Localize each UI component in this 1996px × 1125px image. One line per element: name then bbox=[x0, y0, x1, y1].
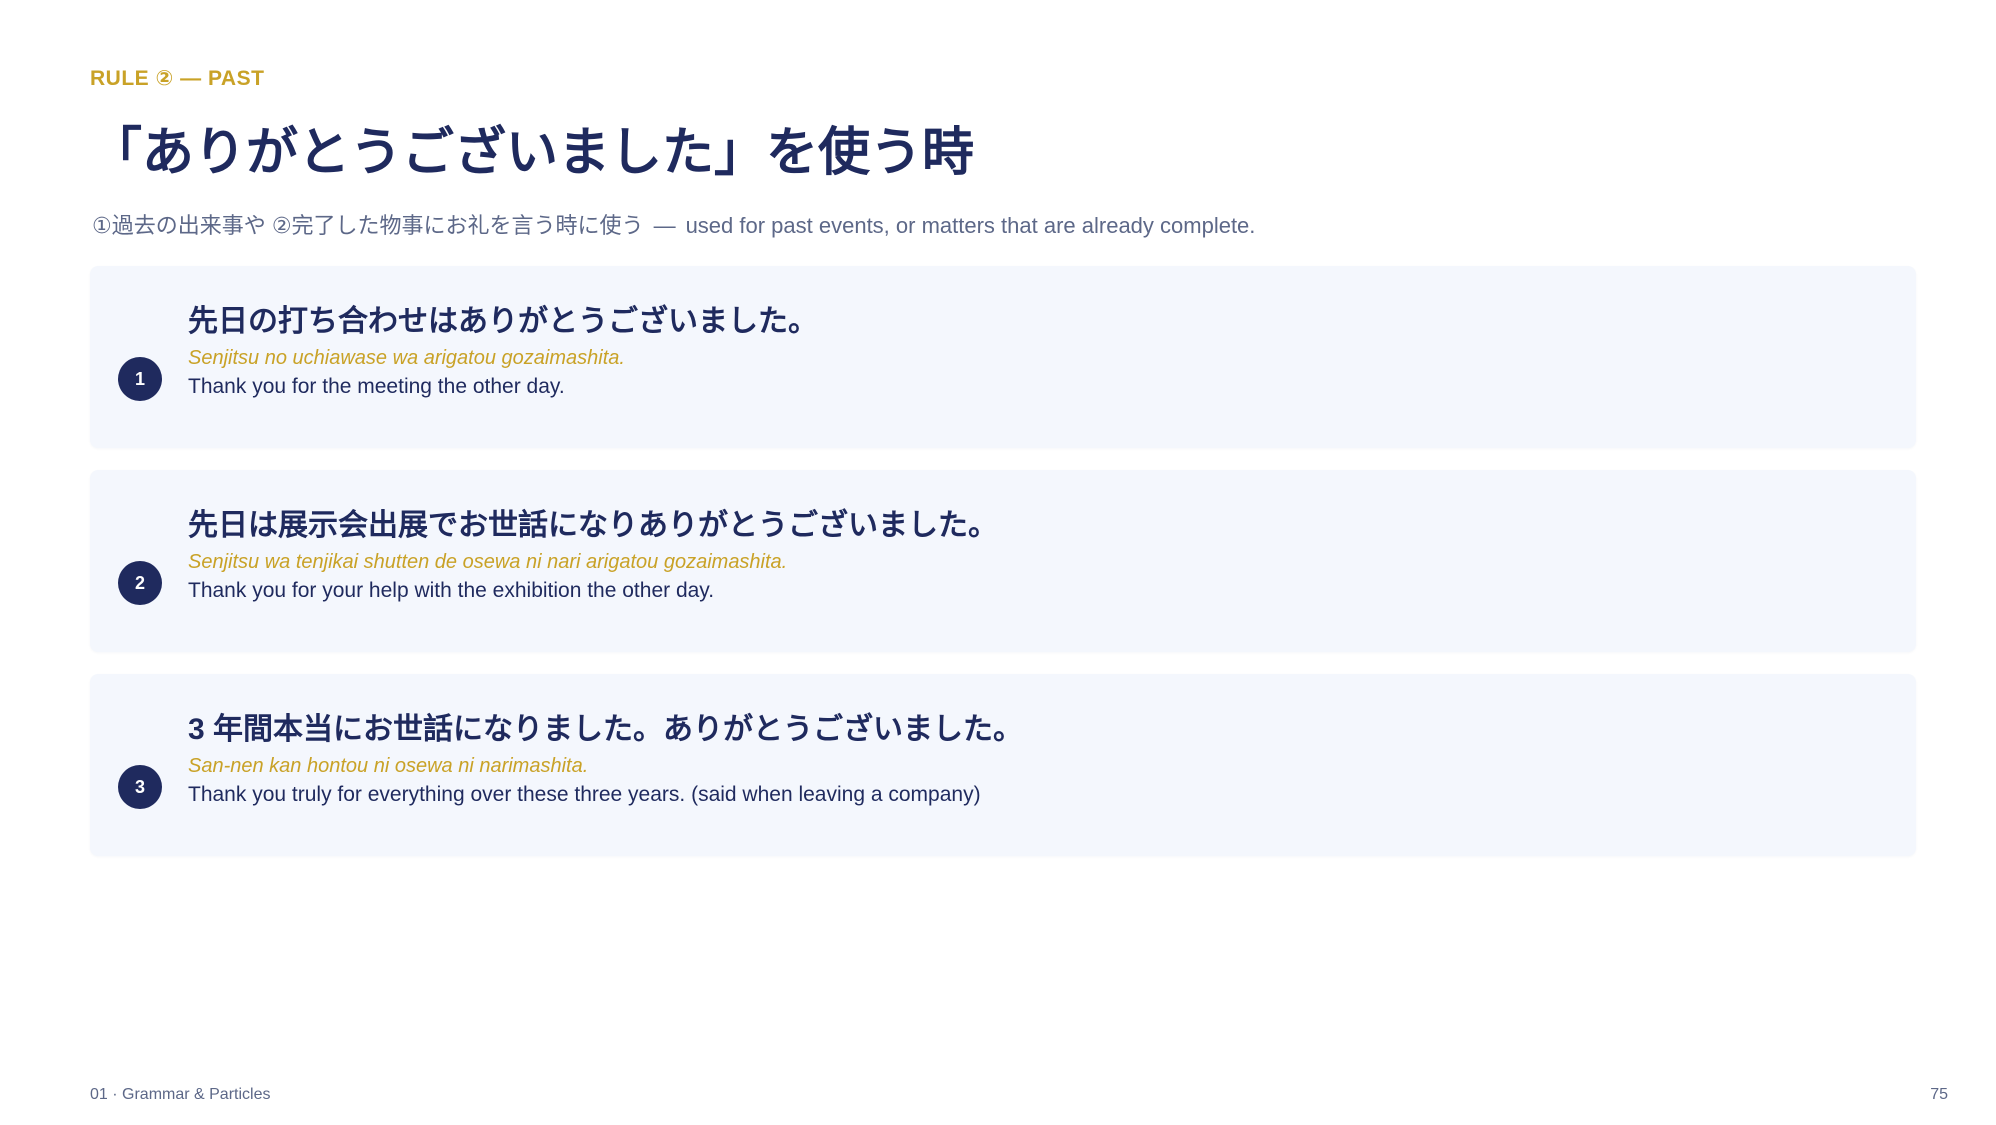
subtitle: ①過去の出来事や ②完了した物事にお礼を言う時に使う — used for past… bbox=[92, 208, 1255, 240]
example-card-1: 1 先日の打ち合わせはありがとうございました。 Senjitsu no uchi… bbox=[90, 266, 1916, 448]
example-english: Thank you for your help with the exhibit… bbox=[188, 579, 715, 602]
rule-eyebrow: RULE ② — PAST bbox=[90, 67, 265, 90]
page-title: 「ありがとうございました」を使う時 bbox=[90, 122, 975, 183]
example-number-badge: 2 bbox=[118, 561, 162, 605]
subtitle-separator: — bbox=[653, 213, 676, 238]
example-english: Thank you truly for everything over thes… bbox=[188, 783, 981, 806]
subtitle-english: used for past events, or matters that ar… bbox=[685, 213, 1256, 238]
example-card-2: 2 先日は展示会出展でお世話になりありがとうございました。 Senjitsu w… bbox=[90, 470, 1916, 652]
example-number-badge: 3 bbox=[118, 765, 162, 809]
example-japanese: 先日は展示会出展でお世話になりありがとうございました。 bbox=[188, 509, 998, 542]
example-body: 先日は展示会出展でお世話になりありがとうございました。 Senjitsu wa … bbox=[188, 506, 1876, 606]
example-number-badge: 1 bbox=[118, 357, 162, 401]
slide: RULE ② — PAST 「ありがとうございました」を使う時 ①過去の出来事や… bbox=[90, 0, 1916, 1125]
example-romaji: Senjitsu wa tenjikai shutten de osewa ni… bbox=[188, 551, 788, 573]
example-romaji: Senjitsu no uchiawase wa arigatou gozaim… bbox=[188, 347, 625, 369]
example-japanese: 先日の打ち合わせはありがとうございました。 bbox=[188, 305, 818, 338]
footer-section-label: 01 · Grammar & Particles bbox=[90, 1086, 271, 1103]
example-japanese: 3 年間本当にお世話になりました。ありがとうございました。 bbox=[188, 713, 1024, 746]
example-romaji: San-nen kan hontou ni osewa ni narimashi… bbox=[188, 755, 589, 777]
example-body: 3 年間本当にお世話になりました。ありがとうございました。 San-nen ka… bbox=[188, 710, 1876, 810]
page-number: 75 bbox=[1930, 1086, 1948, 1103]
example-card-3: 3 3 年間本当にお世話になりました。ありがとうございました。 San-nen … bbox=[90, 674, 1916, 856]
example-body: 先日の打ち合わせはありがとうございました。 Senjitsu no uchiaw… bbox=[188, 302, 1876, 402]
example-english: Thank you for the meeting the other day. bbox=[188, 375, 565, 398]
example-list: 1 先日の打ち合わせはありがとうございました。 Senjitsu no uchi… bbox=[90, 266, 1916, 878]
subtitle-japanese: ①過去の出来事や ②完了した物事にお礼を言う時に使う bbox=[92, 213, 644, 238]
